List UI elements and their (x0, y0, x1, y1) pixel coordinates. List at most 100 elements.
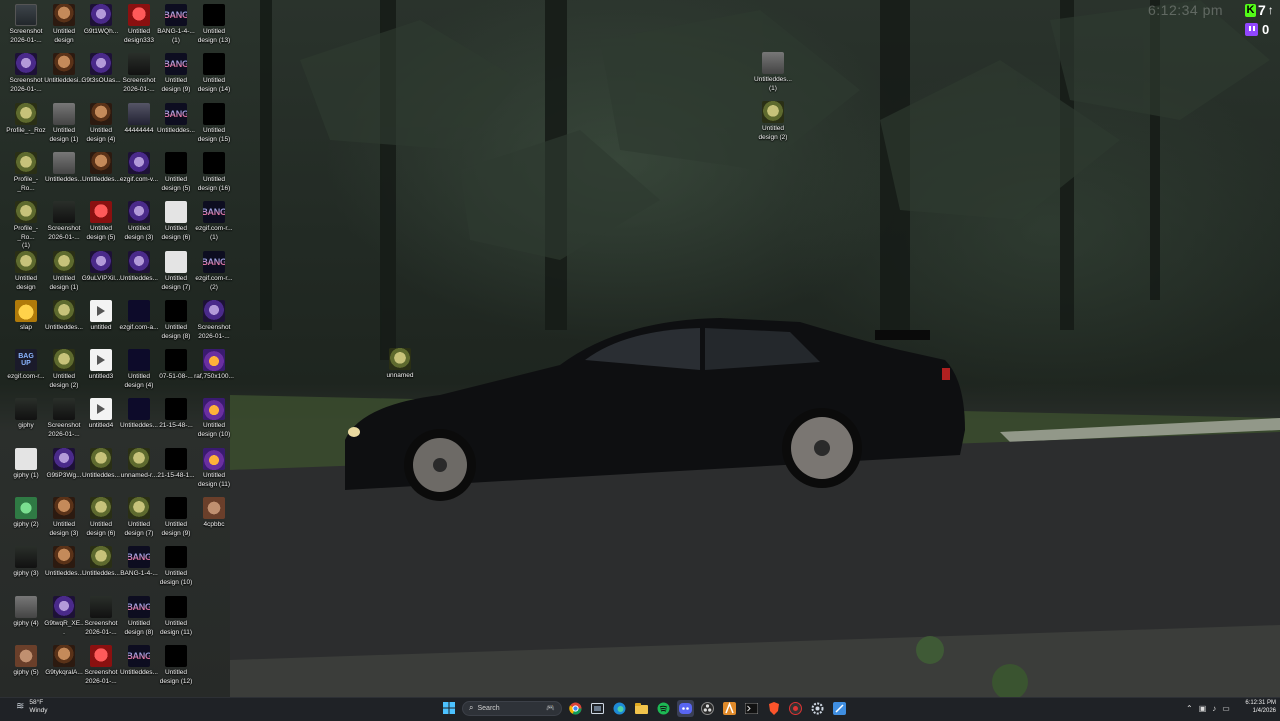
desktop-icon[interactable]: 4cpbbc (194, 497, 234, 530)
desktop-icon[interactable]: Untitled design (2) (44, 349, 84, 390)
desktop-icon[interactable]: ezgif.com-a... (119, 300, 159, 333)
desktop-icon[interactable]: Untitled design (1) (44, 251, 84, 292)
desktop-icon[interactable]: G9tykqralA... (44, 645, 84, 678)
desktop-icon[interactable]: Untitled design (12) (156, 645, 196, 686)
desktop-icon[interactable]: G9t3sOUas... (81, 53, 121, 86)
settings-icon[interactable] (809, 700, 826, 717)
desktop-icon[interactable]: Untitleddes... (81, 546, 121, 579)
system-clock[interactable]: 6:12:31 PM 1/4/2026 (1244, 699, 1276, 715)
desktop-icon[interactable]: Profile_-_Roz (6, 103, 46, 136)
desktop-icon[interactable]: giphy (1) (6, 448, 46, 481)
desktop-icon[interactable]: 07-51-08-... (156, 349, 196, 382)
desktop-icon[interactable]: Profile_-_Ro... (1) (6, 201, 46, 251)
windows-start-icon[interactable] (440, 700, 457, 717)
brave-icon[interactable] (765, 700, 782, 717)
desktop-icon-loose-1[interactable]: Untitleddes... (1) (753, 52, 793, 93)
desktop-icon[interactable]: G9t1WQh... (81, 4, 121, 37)
desktop-icon[interactable]: untitled3 (81, 349, 121, 382)
battery-icon[interactable]: ▭ (1222, 704, 1230, 713)
desktop-icon[interactable]: Untitled design (3) (119, 201, 159, 242)
spotify-icon[interactable] (655, 700, 672, 717)
desktop-icon[interactable]: slap (6, 300, 46, 333)
desktop-icon[interactable]: Screenshot 2026-01-... (194, 300, 234, 341)
app-red-icon[interactable] (787, 700, 804, 717)
chrome-icon[interactable] (567, 700, 584, 717)
desktop-icon[interactable]: Untitleddes... (81, 152, 121, 185)
volume-icon[interactable]: ♪ (1212, 704, 1216, 713)
desktop-icon[interactable]: BANG ezgif.com-r... (1) (194, 201, 234, 242)
desktop-icon[interactable]: giphy (3) (6, 546, 46, 579)
desktop-icon[interactable]: Screenshot 2026-01-... (119, 53, 159, 94)
desktop-icon[interactable]: untitled4 (81, 398, 121, 431)
desktop-icon[interactable]: Untitled design (4) (119, 349, 159, 390)
desktop-icon[interactable]: BANG Untitled design (9) (156, 53, 196, 94)
network-icon[interactable]: ▣ (1199, 704, 1207, 713)
desktop-icon[interactable]: Untitled design (10) (194, 398, 234, 439)
desktop-icon[interactable]: Untitled design (7) (119, 497, 159, 538)
obs-icon[interactable] (699, 700, 716, 717)
desktop-icon[interactable]: Untitled design (13) (194, 4, 234, 45)
desktop-icon[interactable]: Profile_-_Ro... (6, 152, 46, 193)
file-explorer-icon[interactable] (633, 700, 650, 717)
desktop-icon[interactable]: untitled (81, 300, 121, 333)
desktop-icon[interactable]: Screenshot 2026-01-... (6, 53, 46, 94)
desktop-icon[interactable]: Untitled design (11) (194, 448, 234, 489)
app-a-icon[interactable] (721, 700, 738, 717)
desktop-icon[interactable]: giphy (2) (6, 497, 46, 530)
desktop-icon[interactable]: unnamed-r... (119, 448, 159, 481)
desktop-icon[interactable]: G9twqR_XE... (44, 596, 84, 637)
desktop-icon[interactable]: giphy (4) (6, 596, 46, 629)
desktop-icon[interactable]: raf,750x100... (194, 349, 234, 382)
desktop-icon[interactable]: BAG UP ezgif.com-r... (6, 349, 46, 382)
terminal-icon[interactable] (743, 700, 760, 717)
desktop-icon-loose-2[interactable]: Untitled design (2) (753, 101, 793, 142)
desktop-icon[interactable]: Untitled design (15) (194, 103, 234, 144)
desktop-icon[interactable]: Untitled design (9) (156, 497, 196, 538)
desktop-icon[interactable]: Untitleddesi... (44, 53, 84, 86)
desktop-icon[interactable]: Untitled design (16) (194, 152, 234, 193)
taskbar-search-box[interactable]: ⌕ Search 🎮 (462, 700, 562, 716)
desktop-icon[interactable]: BANG Untitleddes... (156, 103, 196, 136)
desktop-icon[interactable]: Untitleddes... (119, 398, 159, 431)
desktop-icon[interactable]: Untitled design (6) (156, 201, 196, 242)
desktop-icon[interactable]: Untitled design (6) (81, 497, 121, 538)
desktop-icon[interactable]: Untitled design (4) (81, 103, 121, 144)
desktop-icon[interactable]: Untitled design (5) (81, 201, 121, 242)
desktop-icon[interactable]: Screenshot 2026-01-... (81, 596, 121, 637)
desktop-icon[interactable]: Untitleddes... (81, 448, 121, 481)
weather-widget[interactable]: ≋ 58°F Windy (16, 699, 47, 714)
desktop-icon[interactable]: BANG Untitled design (8) (119, 596, 159, 637)
desktop-icon[interactable]: BANG ezgif.com-r... (2) (194, 251, 234, 292)
desktop-icon[interactable]: Untitleddes... (44, 546, 84, 579)
desktop-icon[interactable]: Untitled design (8) (156, 300, 196, 341)
edge-icon[interactable] (611, 700, 628, 717)
desktop-icon[interactable]: Untitled design (11) (156, 596, 196, 637)
discord-icon[interactable] (677, 699, 694, 717)
desktop-icon[interactable]: Untitled design (3) (44, 497, 84, 538)
desktop-icon[interactable]: giphy (5) (6, 645, 46, 678)
desktop-icon[interactable]: Untitleddes... (119, 251, 159, 284)
desktop-icon[interactable]: ezgif.com-v... (119, 152, 159, 185)
desktop-icon[interactable]: Untitled design (1) (44, 103, 84, 144)
desktop-icon[interactable]: G9uLVIPXil... (81, 251, 121, 284)
desktop-icon[interactable]: 21-15-48-... (156, 398, 196, 431)
task-view-icon[interactable] (589, 700, 606, 717)
desktop-icon[interactable]: Untitled design (10) (156, 546, 196, 587)
desktop-icon[interactable]: Screenshot 2026-01-... (44, 398, 84, 439)
desktop-icon[interactable]: Untitled design (5) (156, 152, 196, 193)
chevron-up-icon[interactable]: ⌃ (1186, 704, 1193, 713)
desktop-icon[interactable]: BANG BANG-1-4-... (1) (156, 4, 196, 45)
desktop-icon[interactable]: G9tiP3Wg... (44, 448, 84, 481)
desktop-icon[interactable]: Screenshot 2026-01-... (44, 201, 84, 242)
desktop-icon-unnamed[interactable]: unnamed (380, 348, 420, 381)
desktop-icon[interactable]: Untitled design (6, 251, 46, 292)
desktop-icon[interactable]: Untitled design (44, 4, 84, 45)
desktop-icon[interactable]: Untitled design333 (119, 4, 159, 45)
desktop-icon[interactable]: 21-15-48-1... (156, 448, 196, 481)
desktop-icon[interactable]: Untitleddes... (44, 152, 84, 185)
desktop-icon[interactable]: Screenshot 2026-01-... (6, 4, 46, 45)
desktop-icon[interactable]: 44444444 (119, 103, 159, 136)
desktop-icon[interactable]: BANG BANG-1-4-... (119, 546, 159, 579)
desktop-icon[interactable]: BANG Untitleddes... (119, 645, 159, 678)
desktop-icon[interactable]: Untitled design (14) (194, 53, 234, 94)
